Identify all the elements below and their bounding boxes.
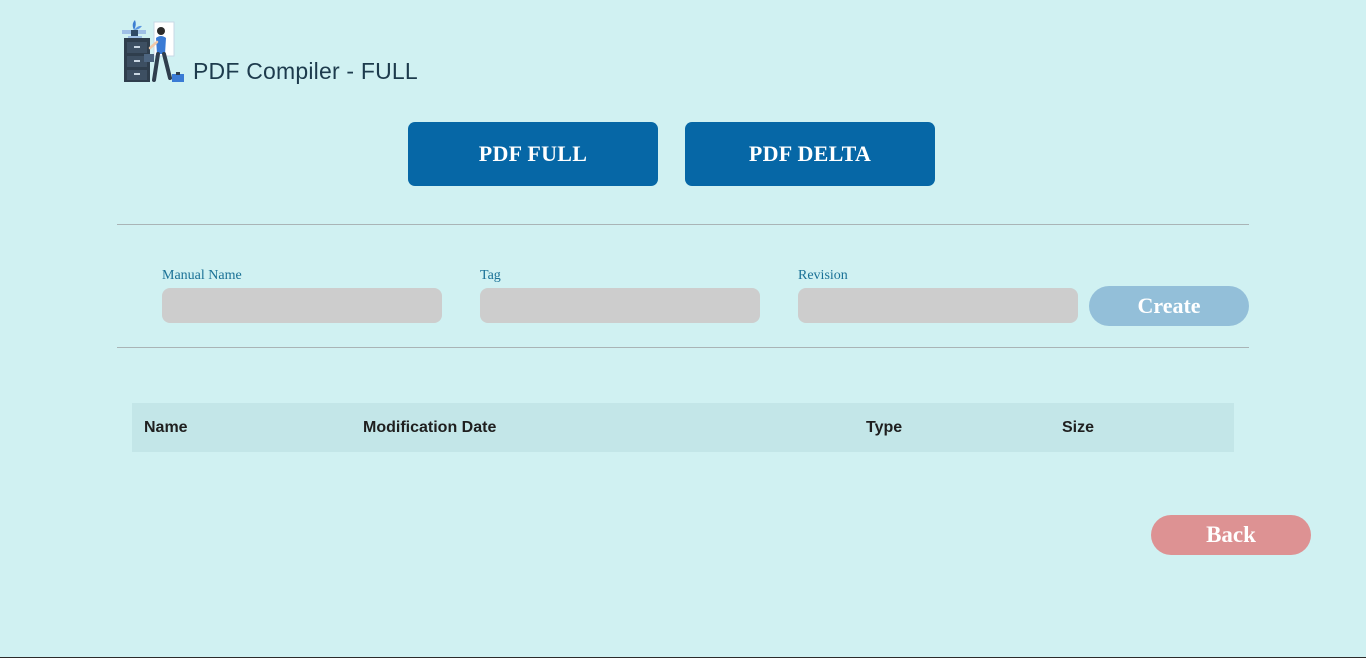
- create-button[interactable]: Create: [1089, 286, 1249, 326]
- tag-input[interactable]: [480, 288, 760, 323]
- page-title: PDF Compiler - FULL: [193, 58, 418, 84]
- bottom-divider: [117, 347, 1249, 348]
- pdf-delta-button[interactable]: PDF DELTA: [685, 122, 935, 186]
- top-divider: [117, 224, 1249, 225]
- revision-input[interactable]: [798, 288, 1078, 323]
- column-header-type[interactable]: Type: [866, 403, 902, 452]
- page-header: PDF Compiler - FULL: [118, 18, 418, 84]
- column-header-modification-date[interactable]: Modification Date: [363, 403, 496, 452]
- filing-cabinet-person-icon: [122, 20, 184, 82]
- manual-name-label: Manual Name: [162, 268, 242, 283]
- back-button[interactable]: Back: [1151, 515, 1311, 555]
- tag-label: Tag: [480, 268, 501, 283]
- pdf-compiler-page: PDF Compiler - FULL PDF FULL PDF DELTA M…: [0, 0, 1366, 658]
- files-table-header: Name Modification Date Type Size: [132, 403, 1234, 452]
- revision-label: Revision: [798, 268, 848, 283]
- column-header-size[interactable]: Size: [1062, 403, 1094, 452]
- manual-name-input[interactable]: [162, 288, 442, 323]
- pdf-full-button[interactable]: PDF FULL: [408, 122, 658, 186]
- column-header-name[interactable]: Name: [144, 403, 188, 452]
